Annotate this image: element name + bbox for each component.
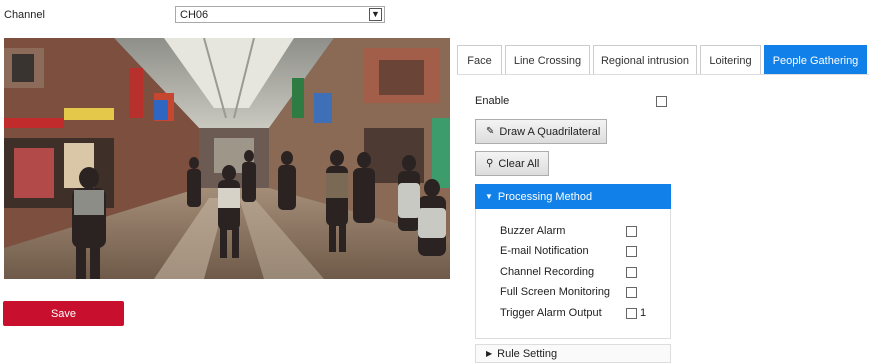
chevron-down-icon[interactable]: ▼ [369, 8, 382, 21]
triangle-down-icon: ▼ [485, 192, 493, 201]
tab-line-crossing[interactable]: Line Crossing [505, 45, 590, 75]
tab-people-gathering[interactable]: People Gathering [764, 45, 867, 75]
email-notification-checkbox[interactable] [626, 246, 637, 257]
camera-feed-image [4, 38, 450, 279]
clear-all-label: Clear All [498, 157, 540, 170]
channel-recording-label: Channel Recording [500, 266, 595, 278]
pencil-icon: ✎ [486, 126, 495, 137]
save-button[interactable]: Save [3, 301, 124, 326]
full-screen-monitoring-checkbox[interactable] [626, 287, 637, 298]
tab-face[interactable]: Face [457, 45, 502, 75]
eraser-icon: ⚲ [486, 158, 494, 169]
rule-setting-title: Rule Setting [497, 347, 558, 360]
enable-checkbox[interactable] [656, 96, 667, 107]
tab-loitering[interactable]: Loitering [700, 45, 761, 75]
draw-quadrilateral-label: Draw A Quadrilateral [499, 125, 601, 138]
processing-method-header[interactable]: ▼ Processing Method [475, 184, 671, 209]
buzzer-alarm-label: Buzzer Alarm [500, 225, 566, 237]
trigger-alarm-output-label: Trigger Alarm Output [500, 307, 602, 319]
channel-select-value: CH06 [180, 8, 209, 21]
email-notification-label: E-mail Notification [500, 245, 589, 257]
rule-setting-header[interactable]: ▶ Rule Setting [475, 344, 671, 363]
full-screen-monitoring-label: Full Screen Monitoring [500, 286, 611, 298]
triangle-right-icon: ▶ [486, 349, 493, 358]
processing-method-title: Processing Method [497, 190, 593, 203]
tab-regional-intrusion[interactable]: Regional intrusion [593, 45, 697, 75]
channel-label: Channel [4, 9, 45, 21]
buzzer-alarm-checkbox[interactable] [626, 226, 637, 237]
tab-divider [457, 74, 869, 75]
camera-preview[interactable] [4, 38, 450, 279]
channel-select[interactable]: CH06 ▼ [175, 6, 385, 23]
trigger-alarm-output-checkbox[interactable] [626, 308, 637, 319]
enable-label: Enable [475, 95, 510, 107]
clear-all-button[interactable]: ⚲ Clear All [475, 151, 549, 176]
draw-quadrilateral-button[interactable]: ✎ Draw A Quadrilateral [475, 119, 607, 144]
trigger-alarm-output-number: 1 [640, 307, 647, 319]
channel-recording-checkbox[interactable] [626, 267, 637, 278]
detection-tabs: Face Line Crossing Regional intrusion Lo… [457, 45, 870, 75]
